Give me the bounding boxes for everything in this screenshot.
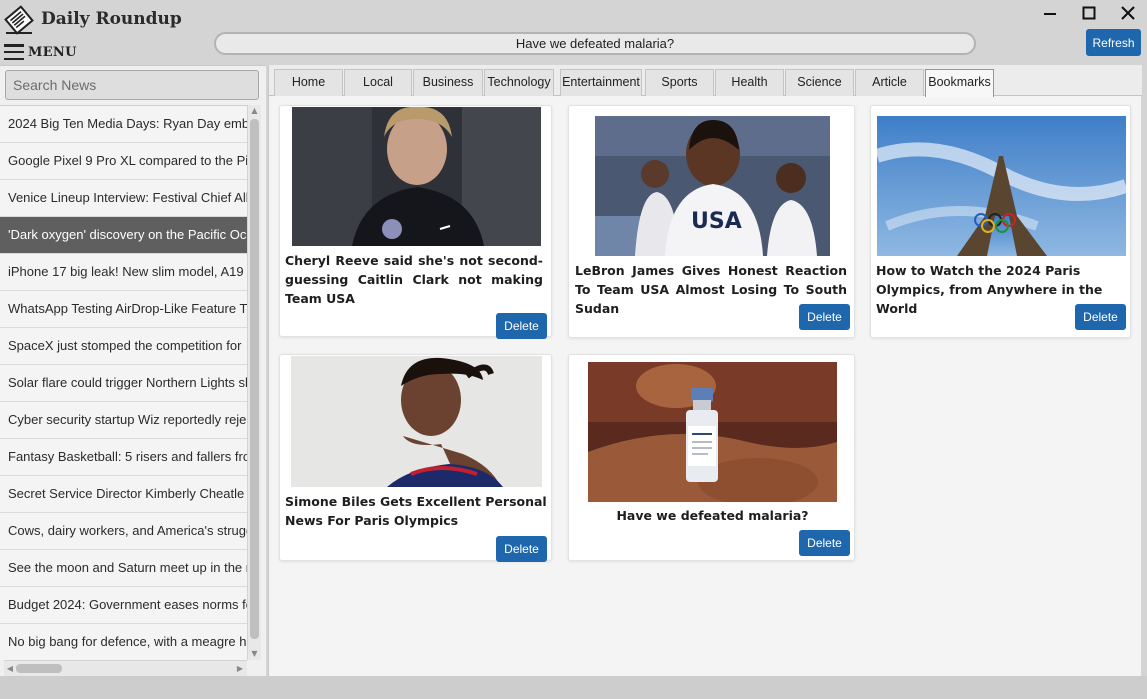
news-list-item[interactable]: Budget 2024: Government eases norms fo <box>0 587 247 624</box>
news-list-item[interactable]: See the moon and Saturn meet up in the n <box>0 550 247 587</box>
main-content: Home Local Business Technology Entertain… <box>268 65 1142 676</box>
news-list-item[interactable]: Google Pixel 9 Pro XL compared to the Pi… <box>0 143 247 180</box>
news-list-horizontal-scrollbar[interactable]: ◀ ▶ <box>4 660 247 676</box>
bookmark-title[interactable]: Have we defeated malaria? <box>574 506 851 525</box>
tab-science[interactable]: Science <box>785 69 854 96</box>
bookmark-card: How to Watch the 2024 Paris Olympics, fr… <box>870 105 1131 338</box>
current-headline-field[interactable]: Have we defeated malaria? <box>214 32 976 55</box>
svg-text:USA: USA <box>691 209 742 234</box>
news-list-item[interactable]: 2024 Big Ten Media Days: Ryan Day embr <box>0 106 247 143</box>
bookmark-card: USA LeBron James Gives Honest Reaction T… <box>568 105 855 338</box>
basketball-player-photo[interactable]: USA <box>595 116 830 256</box>
news-list-item[interactable]: iPhone 17 big leak! New slim model, A19 … <box>0 254 247 291</box>
menu-label: MENU <box>28 44 77 60</box>
news-list-item[interactable]: Venice Lineup Interview: Festival Chief … <box>0 180 247 217</box>
tab-health[interactable]: Health <box>715 69 784 96</box>
tab-bookmarks[interactable]: Bookmarks <box>925 69 994 97</box>
news-list-item[interactable]: No big bang for defence, with a meagre h <box>0 624 247 660</box>
search-news-input[interactable] <box>5 70 259 100</box>
scroll-left-icon[interactable]: ◀ <box>4 662 16 676</box>
news-list-vertical-scrollbar[interactable]: ▲ ▼ <box>247 105 261 660</box>
horizontal-scroll-thumb[interactable] <box>16 664 62 673</box>
news-list-item[interactable]: Solar flare could trigger Northern Light… <box>0 365 247 402</box>
bookmark-title[interactable]: Simone Biles Gets Excellent Personal New… <box>285 492 549 530</box>
maximize-icon[interactable] <box>1078 3 1100 23</box>
news-list-item[interactable]: SpaceX just stomped the competition for <box>0 328 247 365</box>
news-list-item[interactable]: Cows, dairy workers, and America's strug… <box>0 513 247 550</box>
refresh-button[interactable]: Refresh <box>1086 29 1141 56</box>
delete-bookmark-button[interactable]: Delete <box>496 313 547 339</box>
news-list-item[interactable]: Secret Service Director Kimberly Cheatle… <box>0 476 247 513</box>
news-list-item[interactable]: Cyber security startup Wiz reportedly re… <box>0 402 247 439</box>
bookmark-title[interactable]: Cheryl Reeve said she's not second-guess… <box>285 251 543 308</box>
tab-entertainment[interactable]: Entertainment <box>560 69 642 96</box>
tab-strip: Home Local Business Technology Entertain… <box>269 65 1142 97</box>
bookmark-card: Cheryl Reeve said she's not second-guess… <box>279 105 552 339</box>
menu-button[interactable]: MENU <box>4 42 77 62</box>
delete-bookmark-button[interactable]: Delete <box>496 536 547 562</box>
scroll-right-icon[interactable]: ▶ <box>234 662 246 676</box>
eiffel-tower-olympic-rings-photo[interactable] <box>877 116 1126 256</box>
app-title: Daily Roundup <box>41 9 182 29</box>
news-list-item[interactable]: Fantasy Basketball: 5 risers and fallers… <box>0 439 247 476</box>
tab-technology[interactable]: Technology <box>484 69 554 96</box>
tab-local[interactable]: Local <box>344 69 412 96</box>
gymnast-photo[interactable] <box>291 356 542 487</box>
status-bar <box>0 676 1147 699</box>
close-icon[interactable] <box>1117 3 1139 23</box>
delete-bookmark-button[interactable]: Delete <box>799 530 850 556</box>
minimize-icon[interactable] <box>1039 3 1061 23</box>
app-logo-icon <box>2 3 36 37</box>
tab-sports[interactable]: Sports <box>645 69 714 96</box>
delete-bookmark-button[interactable]: Delete <box>799 304 850 330</box>
news-list: 2024 Big Ten Media Days: Ryan Day embr G… <box>0 105 247 660</box>
scroll-down-icon[interactable]: ▼ <box>248 648 261 660</box>
news-list-item-selected[interactable]: 'Dark oxygen' discovery on the Pacific O… <box>0 217 247 254</box>
basketball-coach-photo[interactable] <box>292 107 541 246</box>
tab-business[interactable]: Business <box>413 69 483 96</box>
bookmark-card: Have we defeated malaria? Delete <box>568 354 855 561</box>
tab-article[interactable]: Article <box>855 69 924 96</box>
delete-bookmark-button[interactable]: Delete <box>1075 304 1126 330</box>
vertical-scroll-thumb[interactable] <box>250 119 259 639</box>
hamburger-icon <box>4 44 24 60</box>
scroll-up-icon[interactable]: ▲ <box>248 105 261 117</box>
bookmark-card: Simone Biles Gets Excellent Personal New… <box>279 354 552 562</box>
vaccine-vial-photo[interactable] <box>588 362 837 502</box>
tab-home[interactable]: Home <box>274 69 343 96</box>
news-list-item[interactable]: WhatsApp Testing AirDrop-Like Feature T <box>0 291 247 328</box>
